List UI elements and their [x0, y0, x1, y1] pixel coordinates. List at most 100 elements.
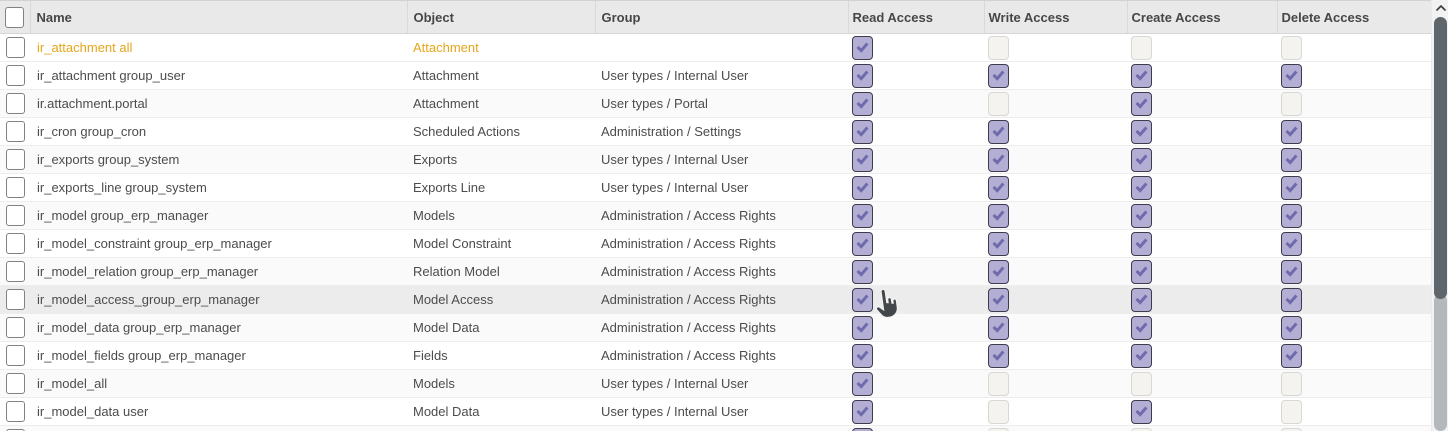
write-access-checkbox[interactable] — [988, 260, 1009, 284]
cell-object[interactable]: Models — [407, 202, 595, 230]
cell-name[interactable]: ir.attachment.portal — [30, 90, 407, 118]
write-access-checkbox[interactable] — [988, 204, 1009, 228]
table-row[interactable]: ir_exports_line group_systemExports Line… — [0, 174, 1431, 202]
create-access-checkbox[interactable] — [1131, 148, 1152, 172]
create-access-checkbox[interactable] — [1131, 64, 1152, 88]
table-row[interactable]: ir_model_allModelsUser types / Internal … — [0, 370, 1431, 398]
cell-group[interactable]: Administration / Access Rights — [595, 314, 848, 342]
delete-access-checkbox[interactable] — [1281, 176, 1302, 200]
delete-access-checkbox[interactable] — [1281, 232, 1302, 256]
read-access-checkbox[interactable] — [852, 400, 873, 424]
row-select-checkbox[interactable] — [6, 149, 25, 170]
delete-access-checkbox[interactable] — [1281, 400, 1302, 424]
read-access-checkbox[interactable] — [852, 204, 873, 228]
scrollbar-lower-segment[interactable] — [1434, 294, 1447, 431]
create-access-checkbox[interactable] — [1131, 400, 1152, 424]
select-all-checkbox[interactable] — [5, 7, 24, 28]
cell-object[interactable]: Model Data — [407, 314, 595, 342]
column-header-read-access[interactable]: Read Access — [848, 1, 984, 34]
column-header-create-access[interactable]: Create Access — [1127, 1, 1277, 34]
read-access-checkbox[interactable] — [852, 36, 873, 60]
delete-access-checkbox[interactable] — [1281, 64, 1302, 88]
create-access-checkbox[interactable] — [1131, 344, 1152, 368]
read-access-checkbox[interactable] — [852, 64, 873, 88]
write-access-checkbox[interactable] — [988, 372, 1009, 396]
cell-group[interactable]: User types / Internal User — [595, 398, 848, 426]
cell-group[interactable]: Administration / Access Rights — [595, 258, 848, 286]
scrollbar-up-button[interactable] — [1432, 0, 1448, 16]
read-access-checkbox[interactable] — [852, 120, 873, 144]
cell-name[interactable]: ir_model_constraint group_erp_manager — [30, 230, 407, 258]
scrollbar[interactable] — [1431, 0, 1448, 431]
table-row[interactable]: ir_model_data group_erp_managerModel Dat… — [0, 314, 1431, 342]
create-access-checkbox[interactable] — [1131, 372, 1152, 396]
cell-group[interactable] — [595, 34, 848, 62]
cell-name[interactable]: ir_model_data user — [30, 398, 407, 426]
row-select-checkbox[interactable] — [6, 345, 25, 366]
read-access-checkbox[interactable] — [852, 428, 873, 431]
delete-access-checkbox[interactable] — [1281, 120, 1302, 144]
row-select-checkbox[interactable] — [6, 205, 25, 226]
row-select-checkbox[interactable] — [6, 233, 25, 254]
column-header-name[interactable]: Name — [30, 1, 407, 34]
cell-object[interactable]: Models — [407, 370, 595, 398]
cell-name[interactable]: ir_exports_line group_system — [30, 174, 407, 202]
write-access-checkbox[interactable] — [988, 92, 1009, 116]
read-access-checkbox[interactable] — [852, 232, 873, 256]
table-row[interactable]: ir_model_access_group_erp_managerModel A… — [0, 286, 1431, 314]
cell-group[interactable]: Administration / Access Rights — [595, 286, 848, 314]
delete-access-checkbox[interactable] — [1281, 36, 1302, 60]
table-row[interactable]: ir_model_fields group_erp_managerFieldsA… — [0, 342, 1431, 370]
row-select-checkbox[interactable] — [6, 177, 25, 198]
read-access-checkbox[interactable] — [852, 288, 873, 312]
row-select-checkbox[interactable] — [6, 261, 25, 282]
cell-name[interactable]: ir_model group_erp_manager — [30, 202, 407, 230]
create-access-checkbox[interactable] — [1131, 288, 1152, 312]
create-access-checkbox[interactable] — [1131, 260, 1152, 284]
table-row[interactable]: ir_model_data userModel DataUser types /… — [0, 398, 1431, 426]
delete-access-checkbox[interactable] — [1281, 316, 1302, 340]
row-select-checkbox[interactable] — [6, 373, 25, 394]
cell-group[interactable]: User types / Internal User — [595, 370, 848, 398]
cell-object[interactable]: Scheduled Actions — [407, 118, 595, 146]
delete-access-checkbox[interactable] — [1281, 260, 1302, 284]
row-select-checkbox[interactable] — [6, 317, 25, 338]
write-access-checkbox[interactable] — [988, 120, 1009, 144]
table-row[interactable]: ir_attachment group_userAttachmentUser t… — [0, 62, 1431, 90]
cell-name[interactable]: ir_cron group_cron — [30, 118, 407, 146]
read-access-checkbox[interactable] — [852, 260, 873, 284]
write-access-checkbox[interactable] — [988, 400, 1009, 424]
cell-group[interactable]: Administration / Access Rights — [595, 230, 848, 258]
cell-group[interactable]: User types / Internal User — [595, 146, 848, 174]
create-access-checkbox[interactable] — [1131, 316, 1152, 340]
table-row[interactable]: ir_model_fields allFieldsUser types / In… — [0, 426, 1431, 431]
column-header-write-access[interactable]: Write Access — [984, 1, 1127, 34]
delete-access-checkbox[interactable] — [1281, 372, 1302, 396]
create-access-checkbox[interactable] — [1131, 204, 1152, 228]
cell-name[interactable]: ir_exports group_system — [30, 146, 407, 174]
cell-object[interactable]: Relation Model — [407, 258, 595, 286]
cell-name[interactable]: ir_model_relation group_erp_manager — [30, 258, 407, 286]
row-select-checkbox[interactable] — [6, 65, 25, 86]
read-access-checkbox[interactable] — [852, 344, 873, 368]
cell-object[interactable]: Model Constraint — [407, 230, 595, 258]
cell-object[interactable]: Exports Line — [407, 174, 595, 202]
read-access-checkbox[interactable] — [852, 92, 873, 116]
cell-name[interactable]: ir_model_all — [30, 370, 407, 398]
delete-access-checkbox[interactable] — [1281, 148, 1302, 172]
cell-group[interactable]: User types / Internal User — [595, 426, 848, 431]
row-select-checkbox[interactable] — [6, 401, 25, 422]
write-access-checkbox[interactable] — [988, 176, 1009, 200]
create-access-checkbox[interactable] — [1131, 232, 1152, 256]
cell-group[interactable]: User types / Portal — [595, 90, 848, 118]
read-access-checkbox[interactable] — [852, 316, 873, 340]
table-row[interactable]: ir_model_relation group_erp_managerRelat… — [0, 258, 1431, 286]
write-access-checkbox[interactable] — [988, 36, 1009, 60]
row-select-checkbox[interactable] — [6, 93, 25, 114]
cell-name[interactable]: ir_model_fields group_erp_manager — [30, 342, 407, 370]
cell-object[interactable]: Attachment — [407, 90, 595, 118]
create-access-checkbox[interactable] — [1131, 92, 1152, 116]
delete-access-checkbox[interactable] — [1281, 428, 1302, 431]
read-access-checkbox[interactable] — [852, 176, 873, 200]
cell-object[interactable]: Attachment — [407, 62, 595, 90]
